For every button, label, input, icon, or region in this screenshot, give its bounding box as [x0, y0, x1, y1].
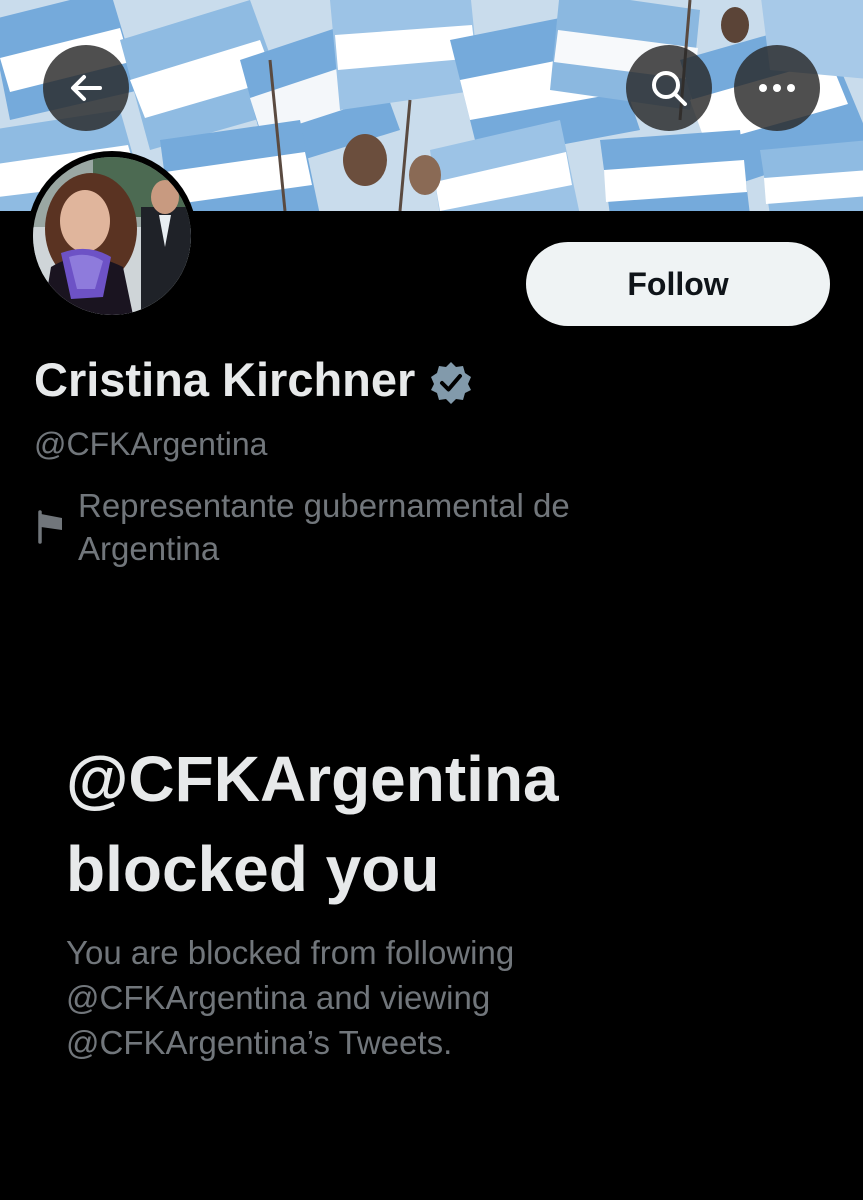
profile-handle: @CFKArgentina: [34, 426, 268, 462]
verified-badge-icon[interactable]: [429, 358, 473, 404]
more-horizontal-icon: [755, 82, 799, 94]
blocked-description: You are blocked from following @CFKArgen…: [66, 934, 515, 1061]
avatar-image: [33, 157, 191, 315]
arrow-left-icon: [66, 68, 106, 108]
display-name: Cristina Kirchner: [34, 353, 416, 406]
search-button[interactable]: [626, 45, 712, 131]
back-button[interactable]: [43, 45, 129, 131]
affiliation-text: Representante gubernamental de Argentina: [78, 487, 570, 567]
follow-button[interactable]: Follow: [526, 242, 830, 326]
display-name-row: Cristina Kirchner: [34, 350, 473, 410]
more-options-button[interactable]: [734, 45, 820, 131]
profile-page: Follow Cristina Kirchner @CFKArgentina R…: [0, 0, 863, 1200]
blocked-title: @CFKArgentina blocked you: [66, 743, 559, 905]
flag-icon: [36, 510, 66, 544]
search-icon: [647, 66, 691, 110]
avatar[interactable]: [27, 151, 197, 321]
